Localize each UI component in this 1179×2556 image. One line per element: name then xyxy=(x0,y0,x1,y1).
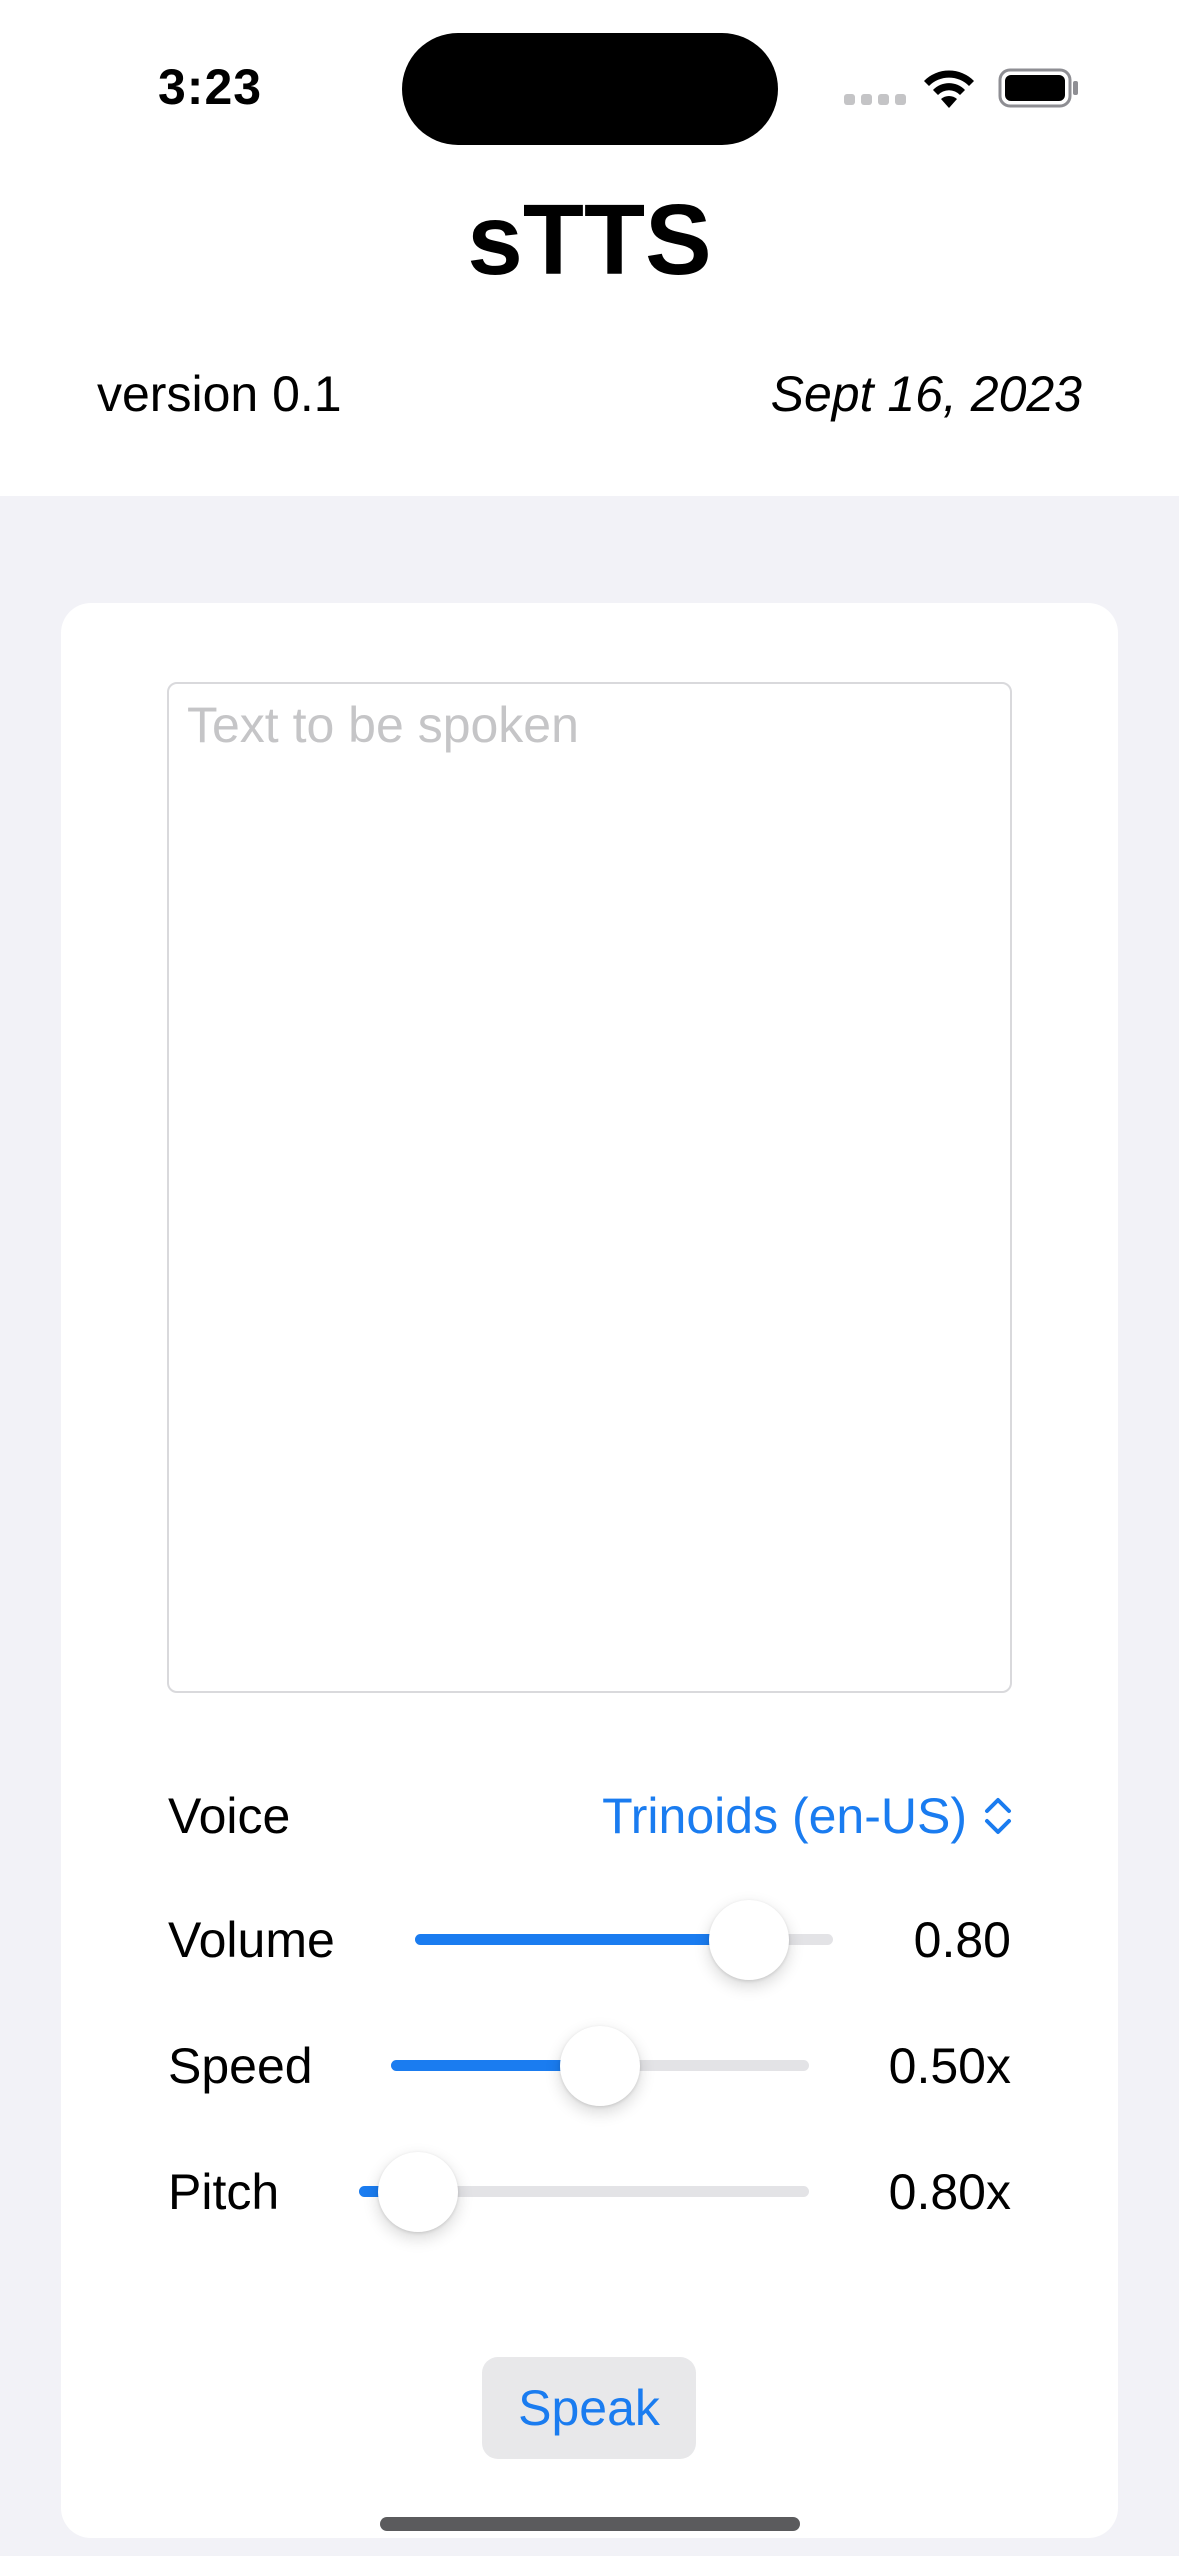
pitch-slider[interactable] xyxy=(359,2152,809,2232)
volume-label: Volume xyxy=(168,1912,335,1968)
version-label: version 0.1 xyxy=(97,366,342,422)
date-label: Sept 16, 2023 xyxy=(770,366,1082,422)
volume-value: 0.80 xyxy=(913,1912,1011,1968)
pitch-value: 0.80x xyxy=(888,2164,1011,2220)
voice-picker[interactable]: Trinoids (en-US) xyxy=(602,1786,1013,1846)
dynamic-island xyxy=(402,33,778,145)
battery-icon xyxy=(998,68,1078,108)
volume-slider[interactable] xyxy=(415,1900,833,1980)
speak-button[interactable]: Speak xyxy=(482,2357,696,2459)
speed-slider[interactable] xyxy=(391,2026,809,2106)
home-indicator xyxy=(380,2517,800,2531)
voice-selected-value: Trinoids (en-US) xyxy=(602,1788,967,1844)
volume-slider-fill xyxy=(415,1934,750,1945)
volume-slider-thumb[interactable] xyxy=(709,1900,790,1980)
chevron-up-down-icon xyxy=(985,1798,1011,1834)
wifi-icon xyxy=(924,70,974,108)
header-area: 3:23 sTTS version 0.1 Sept 16, 2023 xyxy=(0,0,1179,496)
app-title: sTTS xyxy=(467,184,712,296)
cellular-signal-icon xyxy=(844,94,906,105)
status-time: 3:23 xyxy=(158,59,263,115)
voice-label: Voice xyxy=(168,1788,291,1844)
speed-slider-thumb[interactable] xyxy=(560,2026,640,2106)
speed-label: Speed xyxy=(168,2038,313,2094)
pitch-slider-thumb[interactable] xyxy=(377,2152,458,2232)
text-input[interactable] xyxy=(167,682,1012,1693)
pitch-label: Pitch xyxy=(168,2164,280,2220)
speed-value: 0.50x xyxy=(888,2038,1011,2094)
